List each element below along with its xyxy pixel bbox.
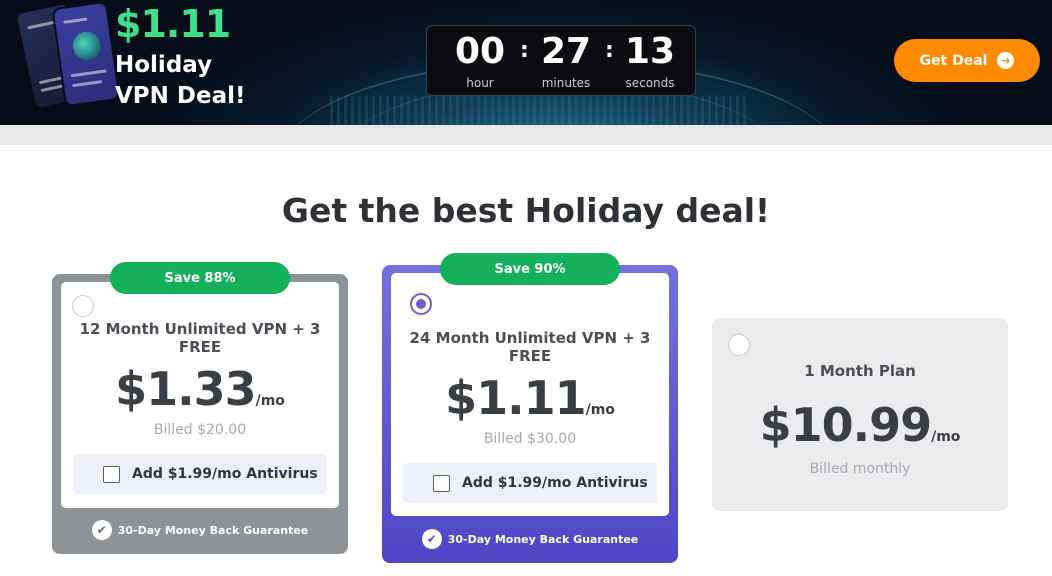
plan-radio-24-month[interactable] <box>410 293 432 315</box>
plan-billed: Billed $20.00 <box>153 422 247 438</box>
save-badge: Save 88% <box>110 262 290 294</box>
plan-card-12-month[interactable]: 12 Month Unlimited VPN + 3 FREE $1.33/mo… <box>52 274 348 554</box>
plan-price: $10.99/mo <box>759 398 961 452</box>
promo-title: Holiday VPN Deal! <box>115 50 246 112</box>
promo-price: $1.11 <box>115 2 231 46</box>
plan-radio-12-month[interactable] <box>72 295 94 317</box>
plan-billed: Billed $30.00 <box>483 431 577 447</box>
banner-divider <box>0 125 1052 145</box>
checkbox[interactable] <box>433 474 450 492</box>
antivirus-addon-checkbox[interactable]: Add $1.99/mo Antivirus <box>73 454 327 494</box>
plan-name: 1 Month Plan <box>804 362 916 380</box>
timer-separator: : <box>520 38 529 63</box>
timer-seconds: 13 seconds <box>624 31 676 90</box>
get-deal-button[interactable]: Get Deal ➜ <box>894 39 1040 82</box>
get-deal-label: Get Deal <box>919 52 988 69</box>
plan-name: 24 Month Unlimited VPN + 3 FREE <box>409 329 651 365</box>
promo-title-line1: Holiday <box>115 52 213 78</box>
antivirus-addon-checkbox[interactable]: Add $1.99/mo Antivirus <box>403 463 657 503</box>
banner-cityscape <box>330 96 750 125</box>
save-badge: Save 90% <box>440 253 620 285</box>
page-headline: Get the best Holiday deal! <box>281 191 771 230</box>
plan-card-24-month[interactable]: 24 Month Unlimited VPN + 3 FREE $1.11/mo… <box>382 265 678 563</box>
promo-title-line2: VPN Deal! <box>115 83 246 109</box>
plan-card-1-month[interactable]: 1 Month Plan $10.99/mo Billed monthly <box>712 318 1008 511</box>
arrow-right-circle-icon: ➜ <box>997 52 1015 69</box>
globe-icon <box>71 29 103 62</box>
promo-banner: $1.11 Holiday VPN Deal! 00 hour : 27 min… <box>0 0 1052 125</box>
checkmark-badge-icon: ✔ <box>421 529 442 549</box>
money-back-guarantee: ✔ 30-Day Money Back Guarantee <box>52 520 348 540</box>
checkbox[interactable] <box>103 465 120 483</box>
timer-minutes: 27 minutes <box>540 31 592 90</box>
money-back-guarantee: ✔ 30-Day Money Back Guarantee <box>382 529 678 549</box>
plan-billed: Billed monthly <box>809 461 911 477</box>
plan-radio-1-month[interactable] <box>728 334 750 356</box>
countdown-timer: 00 hour : 27 minutes : 13 seconds <box>426 25 696 96</box>
plan-price: $1.33/mo <box>115 362 285 416</box>
timer-hours: 00 hour <box>454 31 506 90</box>
timer-separator: : <box>605 38 614 63</box>
checkmark-badge-icon: ✔ <box>91 520 112 540</box>
plan-name: 12 Month Unlimited VPN + 3 FREE <box>79 320 321 356</box>
plan-price: $1.11/mo <box>445 371 615 425</box>
